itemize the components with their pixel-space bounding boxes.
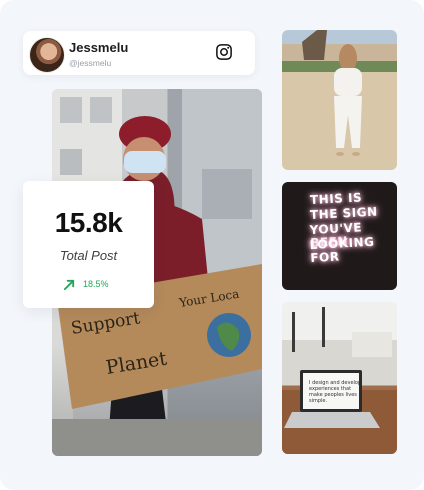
desert-illustration [302, 30, 362, 156]
photo-laptop-desk[interactable]: I design and develop experiences that ma… [282, 302, 397, 454]
total-post-value: 15.8k [54, 207, 123, 238]
dashboard-panel: Jessmelu @jessmelu Support Planet Your L… [0, 0, 424, 490]
avatar[interactable] [29, 37, 65, 73]
stats-card: 15.8k Total Post 18.5% [23, 181, 154, 308]
instagram-icon[interactable] [215, 43, 233, 61]
trend-up-arrow-icon [63, 279, 75, 291]
profile-card[interactable]: Jessmelu @jessmelu [23, 31, 255, 75]
growth-percentage: 18.5% [83, 279, 109, 289]
photo-desert-walk[interactable] [282, 30, 397, 170]
photo-neon-sign[interactable]: THIS IS THE SIGN YOU'VE BEEN LOOKING FOR [282, 182, 397, 290]
laptop-screen-text: I design and develop experiences that ma… [309, 380, 362, 404]
total-post-label: Total Post [59, 248, 118, 263]
neon-line-4: LOOKING FOR [309, 234, 375, 266]
profile-name: Jessmelu [69, 40, 129, 55]
office-illustration [282, 302, 397, 454]
profile-handle: @jessmelu [69, 58, 112, 68]
